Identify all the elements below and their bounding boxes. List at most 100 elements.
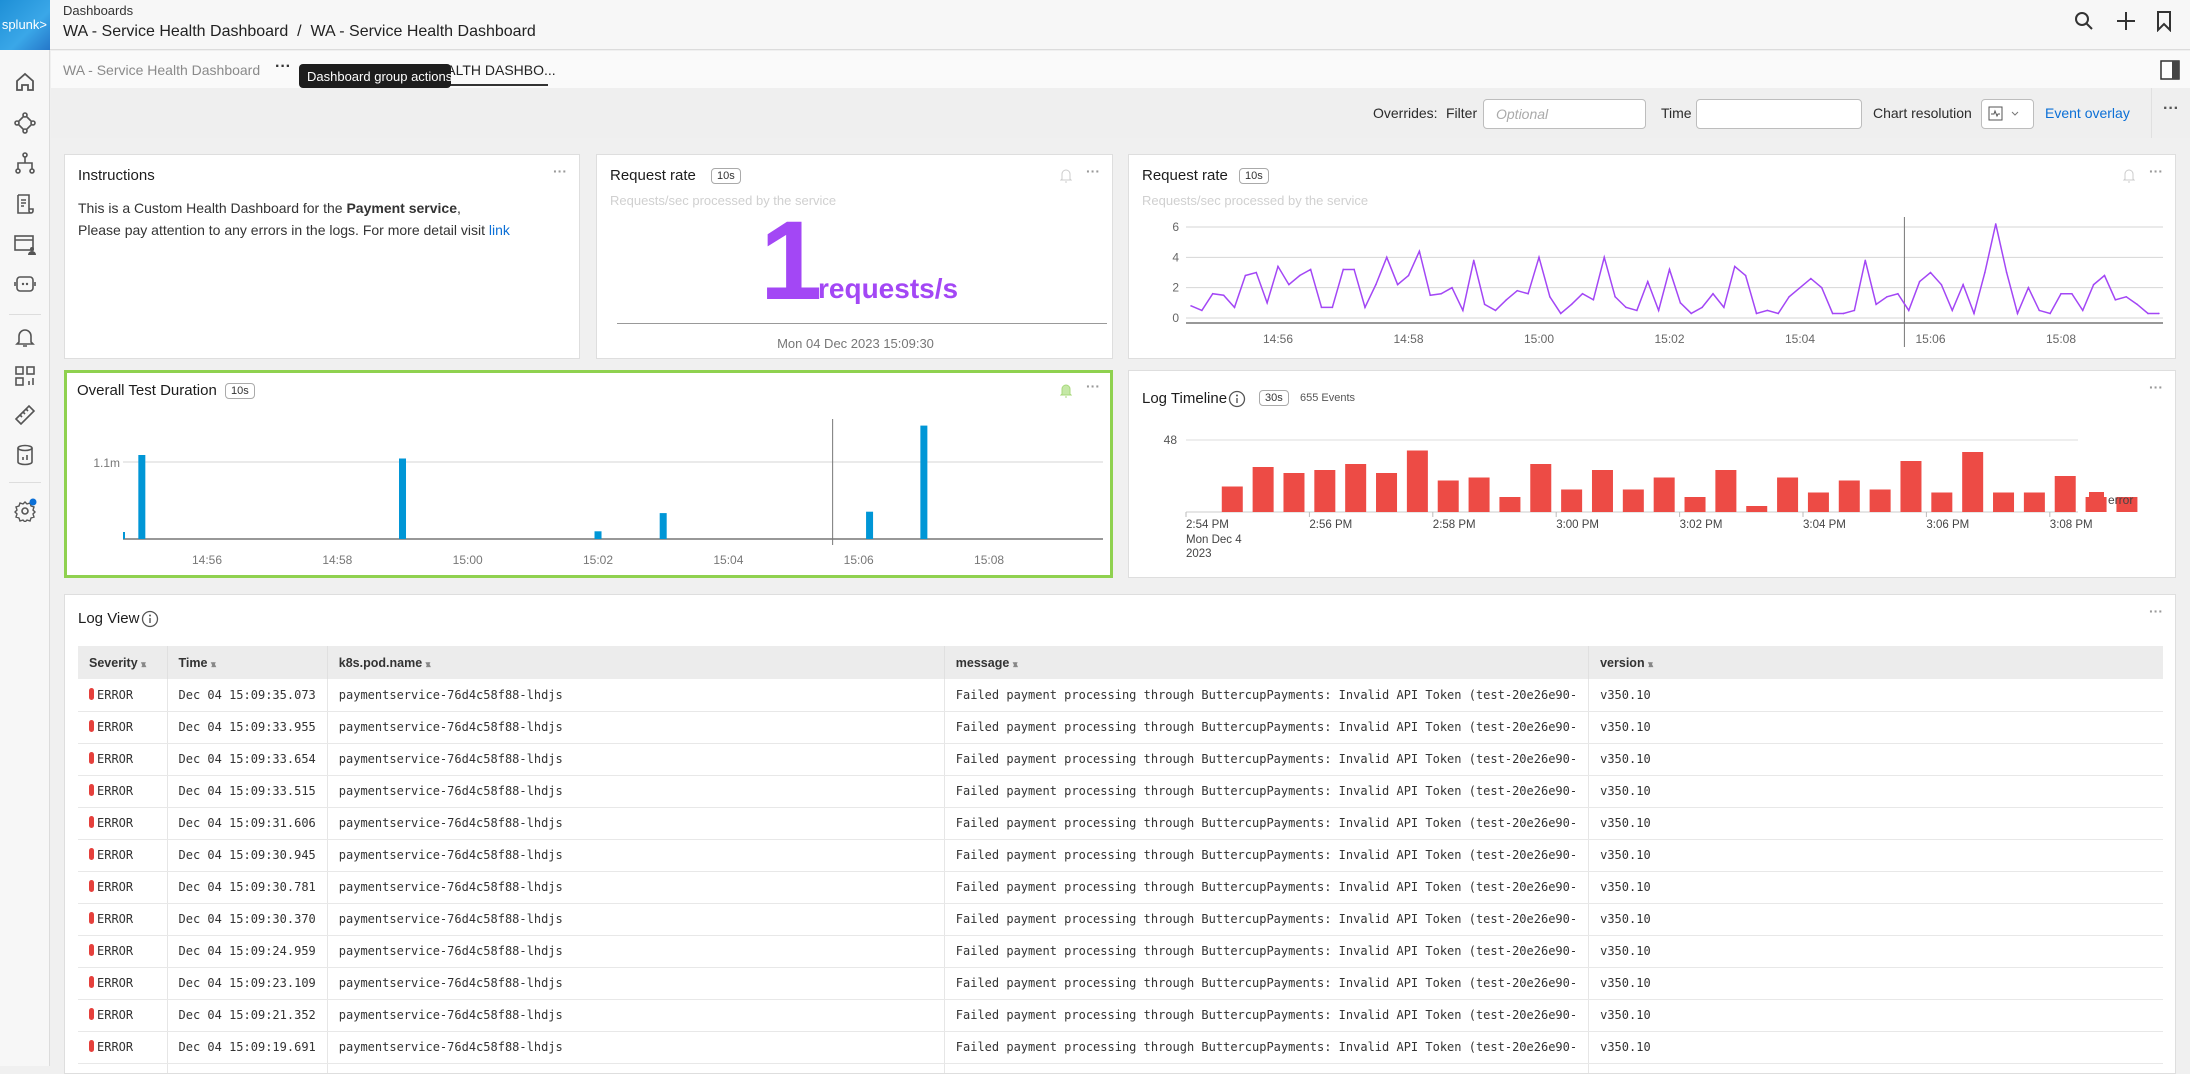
request-rate-line-chart[interactable]: 0 2 4 6 14:56 14:58 15:00 15:02 15:04 15:06 15:08 (1129, 155, 2177, 360)
table-row[interactable]: ERROR Dec 04 15:09:24.959 paymentservice-7… (78, 935, 2163, 968)
database-icon[interactable] (13, 443, 37, 467)
synthetics-icon[interactable] (13, 232, 37, 256)
x-tick-label: 2:56 PM (1309, 519, 1352, 531)
table-row[interactable]: ERROR Dec 04 15:09:33.654 paymentservice-7… (78, 743, 2163, 776)
table-row[interactable]: ERROR Dec 04 15:09:33.955 paymentservice-7… (78, 711, 2163, 744)
settings-gear-icon[interactable] (13, 498, 37, 522)
bar (1561, 489, 1583, 512)
chart-resolution-select[interactable] (1981, 99, 2034, 129)
dashboards-icon[interactable] (13, 364, 37, 388)
table-row[interactable]: ERROR Dec 04 15:09:30.370 paymentservice-7… (78, 903, 2163, 936)
tab-row: WA - Service Health Dashboard ··· WA - S… (51, 51, 2190, 88)
x-tick-label: 15:02 (1654, 332, 1684, 346)
x-tick-label: 14:58 (1393, 332, 1423, 346)
column-label: Time (178, 655, 208, 670)
bar (1777, 477, 1799, 512)
data-point (1570, 303, 1573, 306)
column-header-message[interactable]: message▴▾ (943, 646, 1589, 679)
table-row[interactable]: ERROR Dec 04 15:09:30.945 paymentservice-7… (78, 839, 2163, 872)
x-tick-label: 3:02 PM (1680, 519, 1723, 531)
event-overlay-link[interactable]: Event overlay (2045, 105, 2130, 121)
cell-text: ERROR (97, 912, 134, 926)
splunk-logo[interactable]: splunk> (0, 0, 50, 50)
column-header-version[interactable]: version▴▾ (1588, 646, 2163, 679)
bar (1221, 486, 1243, 512)
panel-more-button[interactable]: ··· (2149, 603, 2163, 619)
cell-time: Dec 04 15:09:21.352 (166, 999, 328, 1032)
instructions-link[interactable]: link (489, 222, 510, 238)
table-row[interactable]: ERROR Dec 04 15:09:33.515 paymentservice-7… (78, 775, 2163, 808)
data-point (2125, 295, 2128, 298)
table-row[interactable]: ERROR Dec 04 15:09:35.073 paymentservice-7… (78, 679, 2163, 712)
cell-message: Failed payment processing through Butter… (943, 967, 1589, 1000)
breadcrumb-dashboards[interactable]: Dashboards (63, 3, 133, 18)
bar (1437, 480, 1459, 512)
data-point (1549, 295, 1551, 298)
alerts-bell-icon[interactable] (13, 325, 37, 349)
table-row[interactable]: ERROR Dec 04 15:09:19.691 paymentservice-7… (78, 1031, 2163, 1064)
home-icon[interactable] (13, 70, 37, 94)
ruler-icon[interactable] (13, 403, 37, 427)
group-actions-button[interactable]: ··· (275, 58, 291, 76)
logs-icon[interactable] (13, 192, 37, 216)
cell-text: Failed payment processing through Butter… (955, 1008, 1578, 1022)
log-timeline-panel: Log Timeline 30s 655 Events ··· 48 2:54 P… (1128, 370, 2176, 578)
table-row[interactable]: ERROR Dec 04 15:09:30.781 paymentservice-7… (78, 871, 2163, 904)
info-icon[interactable] (141, 610, 159, 628)
cell-text: ERROR (97, 752, 134, 766)
data-point (1864, 259, 1867, 262)
text: , (457, 200, 461, 216)
data-point (1353, 268, 1355, 271)
overrides-more-button[interactable]: ··· (2163, 100, 2179, 118)
x-tick-label: 3:00 PM (1556, 519, 1599, 531)
data-point (1657, 309, 1660, 312)
cell-time: Dec 04 15:09:33.955 (166, 711, 328, 744)
alert-bell-icon[interactable] (1060, 167, 1072, 183)
data-point (2016, 312, 2019, 315)
cell-pod-name: paymentservice-76d4c58f88-lhdjs (326, 967, 945, 1000)
dashboard-group-name[interactable]: WA - Service Health Dashboard (63, 62, 260, 78)
data-point (2049, 312, 2051, 315)
column-header-k8s-pod-name[interactable]: k8s.pod.name▴▾ (326, 646, 945, 679)
service-map-icon[interactable] (13, 111, 37, 135)
column-header-time[interactable]: Time▴▾ (166, 646, 328, 679)
cell-severity: ERROR (78, 1031, 167, 1064)
data-point (1472, 259, 1475, 262)
cell-text: Dec 04 15:09:30.945 (178, 848, 316, 862)
time-input[interactable] (1696, 99, 1862, 129)
cell-pod-name: paymentservice-76d4c58f88-lhdjs (326, 775, 945, 808)
cell-severity: ERROR (78, 743, 167, 776)
panel-more-button[interactable]: ··· (553, 163, 567, 179)
cell-severity: ERROR (78, 839, 167, 872)
bot-icon[interactable] (13, 272, 37, 296)
cell-text: ERROR (97, 720, 134, 734)
data-point (1679, 302, 1682, 304)
cell-time: Dec 04 15:09:31.606 (166, 807, 328, 840)
search-icon[interactable] (2073, 10, 2095, 32)
panel-toggle-icon[interactable] (2160, 60, 2180, 80)
cell-text: paymentservice-76d4c58f88-lhdjs (338, 944, 563, 958)
bar (1869, 489, 1891, 512)
column-header-severity[interactable]: Severity▴▾ (78, 646, 167, 679)
cell-text: ERROR (97, 880, 134, 894)
table-row[interactable]: ERROR Dec 04 15:09:31.606 paymentservice-7… (78, 807, 2163, 840)
request-rate-single-value-panel: Request rate 10s ··· Requests/sec proces… (596, 154, 1113, 359)
data-point (2071, 292, 2073, 295)
cell (326, 1063, 945, 1073)
data-point (1418, 250, 1421, 253)
table-row[interactable]: ERROR Dec 04 15:09:23.109 paymentservice-7… (78, 967, 2163, 1000)
panel-more-button[interactable]: ··· (1086, 163, 1100, 179)
plus-icon[interactable] (2115, 10, 2137, 32)
table-row[interactable] (78, 1063, 2163, 1073)
overall-test-duration-bar-chart[interactable]: 1.1m 14:56 14:58 15:00 15:02 15:04 15:06 15:08 (64, 370, 1113, 578)
table-row[interactable]: ERROR Dec 04 15:09:21.352 paymentservice-7… (78, 999, 2163, 1032)
instructions-panel: Instructions ··· This is a Custom Health… (64, 154, 580, 359)
hierarchy-icon[interactable] (13, 151, 37, 175)
cell-text: ERROR (97, 687, 134, 702)
sidebar (0, 50, 50, 1066)
bar (1993, 492, 2015, 512)
log-timeline-bar-chart[interactable]: 48 2:54 PM 2:56 PM 2:58 PM 3:00 PM 3:02 PM 3:0… (1129, 371, 2177, 579)
bookmark-icon[interactable] (2155, 10, 2173, 32)
data-point (1810, 277, 1812, 280)
filter-input[interactable]: Optional (1483, 99, 1646, 129)
